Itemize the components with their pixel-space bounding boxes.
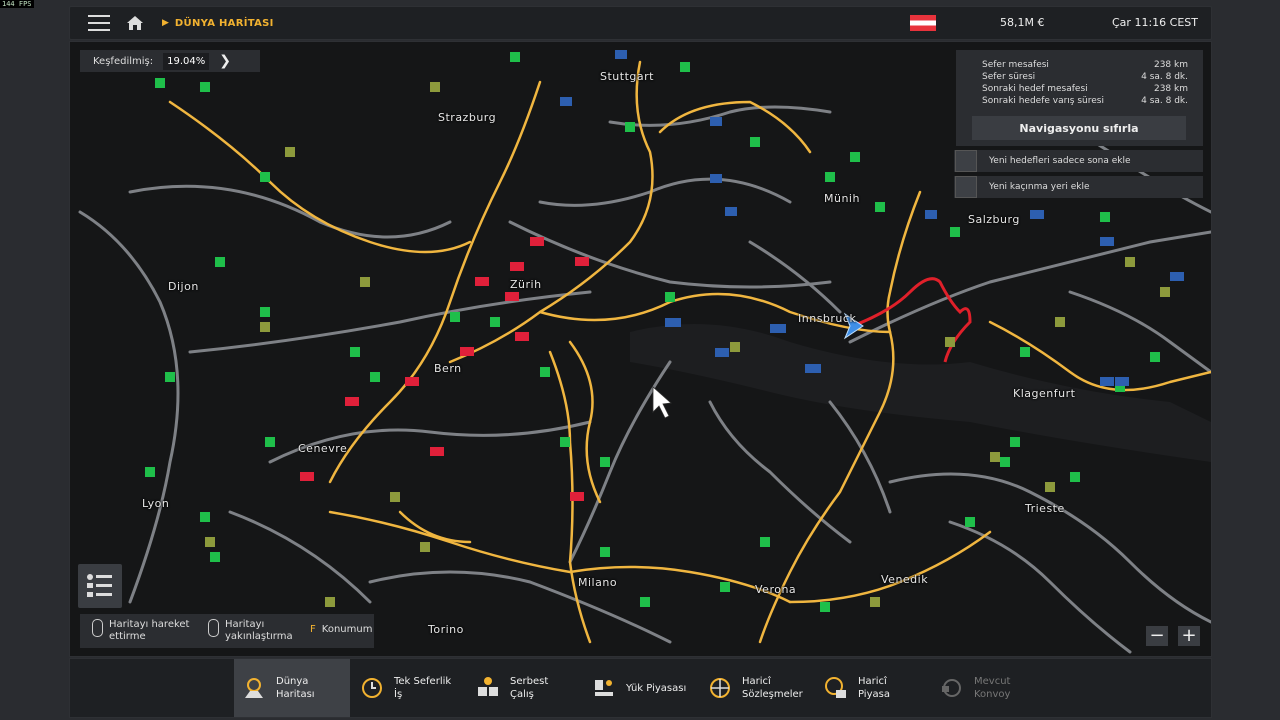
city-label: Milano [578,576,618,589]
route-row: Sefer süresi 4 sa. 8 dk. [982,72,1188,82]
tab-external-market[interactable]: Haricî Piyasa [824,659,928,717]
checkbox[interactable] [955,150,977,172]
explored-label: Keşfedilmiş: [93,55,154,67]
city-label: Lyon [142,497,170,510]
route-row: Sefer mesafesi 238 km [982,60,1188,70]
explored-value: 19.04% [163,52,210,70]
hint-position: F Konumum [310,624,373,635]
zoom-in-button[interactable]: + [1178,626,1200,646]
map-pin-icon [245,678,263,698]
tab-freelance[interactable]: Serbest Çalış [476,659,576,717]
tab-cargo-market[interactable]: Yük Piyasası [592,659,704,717]
city-label: Stuttgart [600,70,654,83]
country-flag-icon [910,15,936,31]
money-display: 58,1M € [1000,16,1045,29]
convoy-icon [942,679,961,697]
tab-single-job[interactable]: Tek Seferlik İş [360,659,468,717]
city-label: Innsbruck [798,312,857,325]
route-info-panel: Sefer mesafesi 238 km Sefer süresi 4 sa. 8… [956,50,1203,146]
city-label: Zürih [510,278,542,291]
city-label: Klagenfurt [1013,387,1076,400]
city-label: Trieste [1025,502,1065,515]
hamburger-menu-icon[interactable] [88,15,110,31]
breadcrumb-arrow-icon: ▶ [162,18,169,28]
city-label: Torino [428,623,464,636]
hint-move: Haritayı hareket ettirme [92,619,193,643]
city-label: Strazburg [438,111,497,124]
checkbox[interactable] [955,176,977,198]
option-label: Yeni kaçınma yeri ekle [989,182,1090,192]
clock-icon [362,678,382,698]
legend-list-icon [87,574,112,597]
route-row: Sonraki hedef mesafesi 238 km [982,84,1188,94]
route-row: Sonraki hedefe varış süresi 4 sa. 8 dk. [982,96,1188,106]
option-add-destinations-end[interactable]: Yeni hedefleri sadece sona ekle [954,150,1203,172]
forklift-icon [595,680,613,696]
map-legend-button[interactable] [78,564,122,608]
tab-current-convoy: Mevcut Konvoy [940,659,1050,717]
reset-navigation-button[interactable]: Navigasyonu sıfırla [972,116,1186,140]
game-time: Çar 11:16 CEST [1112,16,1198,29]
top-bar: ▶ DÜNYA HARİTASI 58,1M € Çar 11:16 CEST [69,6,1212,40]
city-label: Dijon [168,280,199,293]
globe-cargo-icon [825,677,846,698]
tab-world-map[interactable]: Dünya Haritası [234,659,350,717]
world-map[interactable]: Stuttgart Strazburg Münih Salzburg Dijon… [69,41,1212,657]
city-label: Bern [434,362,462,375]
option-label: Yeni hedefleri sadece sona ekle [989,156,1131,166]
mouse-left-icon [92,619,103,637]
explored-panel: Keşfedilmiş: 19.04% ❯ [80,50,260,72]
option-add-avoid-point[interactable]: Yeni kaçınma yeri ekle [954,176,1203,198]
mouse-cursor-icon [652,386,672,419]
city-label: Münih [824,192,860,205]
map-controls-hint: Haritayı hareket ettirme Haritayı yakınl… [80,614,374,648]
city-label: Salzburg [968,213,1020,226]
hint-zoom: Haritayı yakınlaştırma [208,619,295,643]
tab-external-contracts[interactable]: Haricî Sözleşmeler [708,659,820,717]
fps-counter: 144 FPS [0,0,34,8]
breadcrumb-title: DÜNYA HARİTASI [174,17,274,29]
mouse-wheel-icon [208,619,219,637]
city-label: Venedik [881,573,929,586]
zoom-out-button[interactable]: − [1146,626,1168,646]
key-f: F [310,624,316,635]
cargo-icon [478,677,498,696]
home-icon[interactable] [126,15,144,31]
city-label: Cenevre [298,442,348,455]
globe-icon [710,678,730,698]
city-label: Verona [755,583,797,596]
chevron-right-icon[interactable]: ❯ [219,53,231,69]
bottom-nav-bar: Dünya Haritası Tek Seferlik İş Serbest Ç… [69,658,1212,718]
